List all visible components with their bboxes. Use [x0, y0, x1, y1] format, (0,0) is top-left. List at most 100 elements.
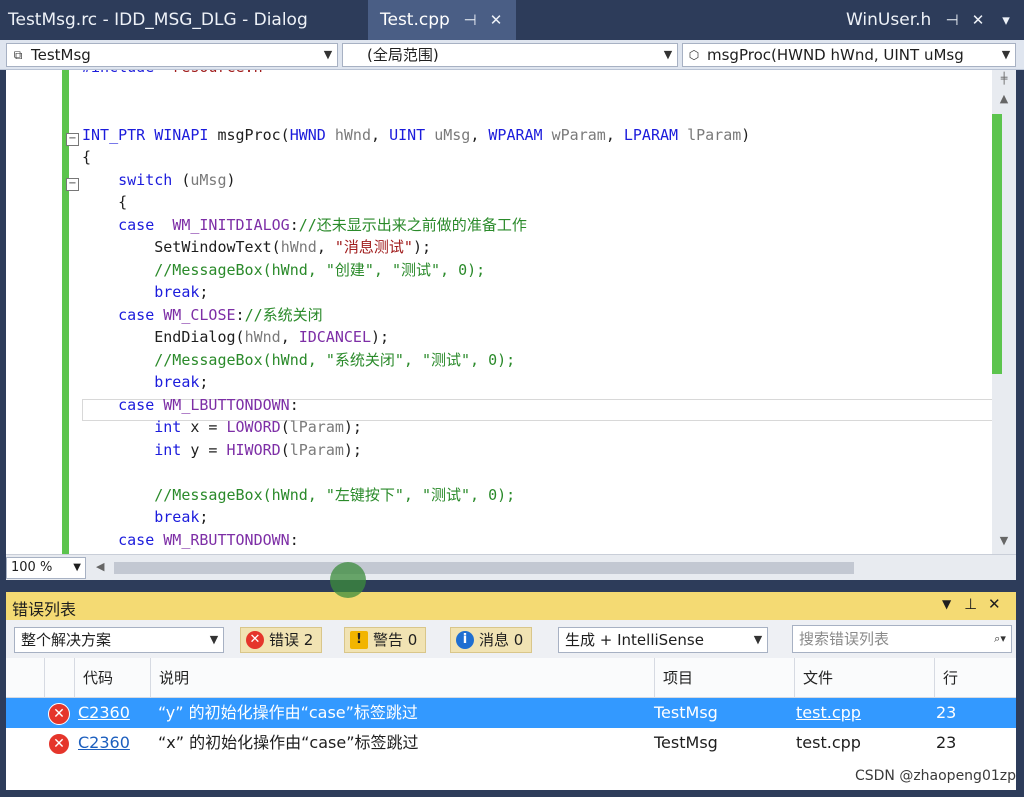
navigation-bar: ⧉ TestMsg ▼ (全局范围) ▼ ⬡ msgProc(HWND hWnd…: [0, 40, 1024, 70]
window-menu-icon[interactable]: ▼: [942, 597, 951, 611]
vertical-scroll-thumb[interactable]: [992, 114, 1002, 374]
error-code-link[interactable]: C2360: [78, 728, 130, 758]
code-line[interactable]: //MessageBox(hWnd, "系统关闭", "测试", 0);: [82, 349, 515, 372]
code-line[interactable]: SetWindowText(hWnd, "消息测试");: [82, 236, 431, 259]
error-project: TestMsg: [654, 703, 718, 722]
info-icon: i: [456, 631, 474, 649]
warning-icon: !: [350, 631, 368, 649]
error-row[interactable]: ✕ C2360 “x” 的初始化操作由“case”标签跳过 TestMsg te…: [6, 728, 1016, 758]
tab-testmsg-rc[interactable]: TestMsg.rc - IDD_MSG_DLG - Dialog: [8, 0, 308, 40]
code-line[interactable]: int x = LOWORD(lParam);: [82, 416, 362, 439]
scope-filter-value: 整个解决方案: [21, 631, 112, 649]
line-gutter: [6, 70, 62, 554]
code-line[interactable]: EndDialog(hWnd, IDCANCEL);: [82, 326, 389, 349]
tab-test-cpp-label: Test.cpp: [380, 10, 450, 30]
messages-filter-label: 消息 0: [479, 631, 524, 649]
error-search-placeholder: 搜索错误列表: [799, 630, 890, 648]
error-code-link[interactable]: C2360: [78, 698, 130, 728]
errors-filter-button[interactable]: ✕ 错误 2: [240, 627, 323, 653]
editor-status-bar: 100 % ▼ ◀: [6, 554, 1016, 580]
code-line[interactable]: case WM_RBUTTONDOWN:: [82, 529, 299, 552]
code-line[interactable]: {: [82, 146, 91, 169]
method-icon: ⬡: [688, 48, 700, 62]
pin-winuser-icon[interactable]: ⊣: [942, 0, 962, 40]
error-description: “x” 的初始化操作由“case”标签跳过: [158, 733, 419, 752]
error-list-panel: 整个解决方案 ▼ ✕ 错误 2 ! 警告 0 i 消息 0 生成 + Intel…: [6, 620, 1016, 790]
code-line[interactable]: {: [82, 191, 127, 214]
tab-overflow-icon[interactable]: ▾: [996, 0, 1016, 40]
scope-filter-dropdown[interactable]: 整个解决方案 ▼: [14, 627, 224, 653]
error-row[interactable]: ✕ C2360 “y” 的初始化操作由“case”标签跳过 TestMsg te…: [6, 698, 1016, 728]
chevron-down-icon: ▼: [663, 48, 673, 61]
error-icon: ✕: [48, 733, 70, 755]
error-line: 23: [936, 733, 957, 752]
error-list-toolbar: 整个解决方案 ▼ ✕ 错误 2 ! 警告 0 i 消息 0 生成 + Intel…: [6, 620, 1016, 658]
errors-filter-label: 错误 2: [269, 631, 314, 649]
code-line[interactable]: switch (uMsg): [82, 169, 235, 192]
column-header-line[interactable]: 行: [934, 658, 995, 698]
messages-filter-button[interactable]: i 消息 0: [450, 627, 533, 653]
member-dropdown[interactable]: ⬡ msgProc(HWND hWnd, UINT uMsg ▼: [682, 43, 1016, 67]
tab-winuser-h[interactable]: WinUser.h: [846, 0, 931, 40]
code-line[interactable]: int y = HIWORD(lParam);: [82, 439, 362, 462]
pin-tab-icon[interactable]: ⊣: [460, 0, 480, 40]
code-editor[interactable]: − − #include "resource.h" INT_PTR WINAPI …: [6, 70, 1016, 554]
watermark: CSDN @zhaopeng01zp: [854, 768, 1016, 784]
error-file[interactable]: test.cpp: [796, 698, 861, 728]
pin-panel-icon[interactable]: ⊥: [964, 595, 977, 613]
code-text[interactable]: #include "resource.h" INT_PTR WINAPI msgP…: [82, 70, 992, 554]
chevron-down-icon: ▼: [209, 633, 219, 646]
vertical-scrollbar[interactable]: ╪ ▲ ▼: [992, 70, 1016, 554]
error-description: “y” 的初始化操作由“case”标签跳过: [158, 703, 418, 722]
close-panel-icon[interactable]: ✕: [988, 595, 1001, 613]
horizontal-scroll-thumb[interactable]: [114, 562, 854, 574]
chevron-down-icon: ▼: [73, 562, 81, 573]
split-icon[interactable]: ╪: [992, 72, 1016, 85]
code-line[interactable]: //MessageBox(hWnd, "创建", "测试", 0);: [82, 259, 485, 282]
code-line[interactable]: case WM_CLOSE://系统关闭: [82, 304, 323, 327]
zoom-value: 100 %: [11, 560, 53, 575]
code-line[interactable]: break;: [82, 371, 208, 394]
scroll-down-icon[interactable]: ▼: [992, 534, 1016, 547]
code-line[interactable]: break;: [82, 281, 208, 304]
project-dropdown[interactable]: ⧉ TestMsg ▼: [6, 43, 338, 67]
warnings-filter-label: 警告 0: [373, 631, 418, 649]
mouse-cursor-highlight: [330, 562, 366, 598]
document-tab-strip: TestMsg.rc - IDD_MSG_DLG - Dialog Test.c…: [0, 0, 1024, 40]
chevron-down-icon: ▼: [323, 48, 333, 61]
code-line[interactable]: //MessageBox(hWnd, "左键按下", "测试", 0);: [82, 484, 515, 507]
error-file[interactable]: test.cpp: [796, 728, 861, 758]
column-header-code[interactable]: 代码: [74, 658, 159, 698]
build-filter-value: 生成 + IntelliSense: [565, 631, 704, 649]
error-project: TestMsg: [654, 733, 718, 752]
warnings-filter-button[interactable]: ! 警告 0: [344, 627, 427, 653]
code-line[interactable]: #include "resource.h": [82, 70, 272, 79]
scroll-left-icon[interactable]: ◀: [96, 560, 104, 573]
member-dropdown-value: msgProc(HWND hWnd, UINT uMsg: [707, 46, 964, 64]
code-line[interactable]: case WM_INITDIALOG://还未显示出来之前做的准备工作: [82, 214, 527, 237]
error-search-input[interactable]: 搜索错误列表 ⌕▾: [792, 625, 1012, 653]
close-tab-icon[interactable]: ✕: [486, 0, 506, 40]
error-list-title: 错误列表: [12, 600, 77, 619]
error-line: 23: [936, 703, 957, 722]
project-dropdown-value: TestMsg: [31, 46, 91, 64]
code-line[interactable]: break;: [82, 506, 208, 529]
scope-dropdown[interactable]: (全局范围) ▼: [342, 43, 678, 67]
error-icon: ✕: [246, 631, 264, 649]
error-list-header: 错误列表 ▼ ⊥ ✕: [6, 592, 1016, 620]
project-icon: ⧉: [13, 48, 23, 62]
fold-collapse-icon[interactable]: −: [66, 178, 79, 191]
code-line[interactable]: case WM_LBUTTONDOWN:: [82, 394, 299, 417]
chevron-down-icon: ▼: [1001, 48, 1011, 61]
scope-dropdown-value: (全局范围): [367, 46, 439, 64]
close-winuser-icon[interactable]: ✕: [968, 0, 988, 40]
search-icon: ⌕▾: [994, 632, 1006, 645]
zoom-dropdown[interactable]: 100 % ▼: [6, 557, 86, 579]
fold-collapse-icon[interactable]: −: [66, 133, 79, 146]
column-header-project[interactable]: 项目: [654, 658, 803, 698]
column-header-description[interactable]: 说明: [150, 658, 663, 698]
scroll-up-icon[interactable]: ▲: [992, 92, 1016, 105]
column-header-file[interactable]: 文件: [794, 658, 943, 698]
code-line[interactable]: INT_PTR WINAPI msgProc(HWND hWnd, UINT u…: [82, 124, 750, 147]
build-filter-dropdown[interactable]: 生成 + IntelliSense ▼: [558, 627, 768, 653]
